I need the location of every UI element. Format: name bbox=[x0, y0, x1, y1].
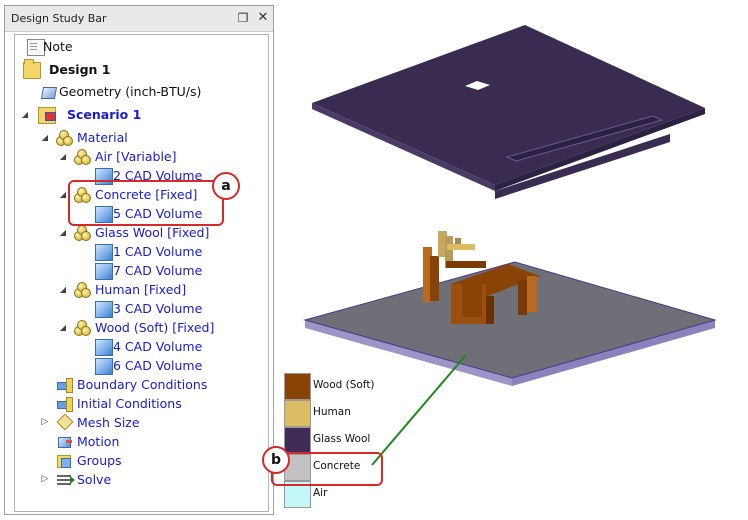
tree-item-note[interactable]: Note bbox=[15, 37, 265, 56]
legend-swatch bbox=[284, 400, 311, 427]
tree-item-wood[interactable]: ◢ Wood (Soft) [Fixed] bbox=[15, 318, 265, 337]
tree-item-label: Geometry (inch-BTU/s) bbox=[59, 84, 202, 99]
tree-item-label: 1 CAD Volume bbox=[113, 244, 203, 259]
design-study-bar: Design Study Bar ❐ ✕ Note Design 1 Geome… bbox=[4, 5, 274, 515]
tree-view[interactable]: Note Design 1 Geometry (inch-BTU/s) ◢ Sc… bbox=[14, 34, 269, 512]
expanded-arrow-icon[interactable]: ◢ bbox=[58, 280, 68, 299]
expanded-arrow-icon[interactable]: ◢ bbox=[58, 185, 68, 204]
tree-item-design[interactable]: Design 1 bbox=[15, 59, 265, 79]
legend-label: Human bbox=[313, 406, 351, 418]
pin-icon[interactable]: ❐ bbox=[235, 10, 251, 26]
tree-item-boundary-conditions[interactable]: Boundary Conditions bbox=[15, 375, 265, 394]
expanded-arrow-icon[interactable]: ◢ bbox=[40, 128, 50, 147]
tree-item-human-volume[interactable]: 3 CAD Volume bbox=[15, 299, 265, 318]
tree-item-air[interactable]: ◢ Air [Variable] bbox=[15, 147, 265, 166]
tree-item-label: Glass Wool [Fixed] bbox=[95, 225, 210, 240]
tree-item-label: Note bbox=[43, 39, 73, 54]
geometry-icon bbox=[41, 84, 57, 99]
panel-titlebar: Design Study Bar ❐ ✕ bbox=[5, 6, 273, 32]
tree-item-label: Motion bbox=[77, 434, 120, 449]
callout-a-box bbox=[68, 180, 224, 226]
tree-item-label: 7 CAD Volume bbox=[113, 263, 203, 278]
tree-item-initial-conditions[interactable]: Initial Conditions bbox=[15, 394, 265, 413]
tree-item-wood-volume-2[interactable]: 6 CAD Volume bbox=[15, 356, 265, 375]
material-icon bbox=[74, 320, 91, 336]
tree-item-label: Mesh Size bbox=[77, 415, 140, 430]
expanded-arrow-icon[interactable]: ◢ bbox=[58, 318, 68, 337]
expanded-arrow-icon[interactable]: ◢ bbox=[58, 147, 68, 166]
cad-volume-icon bbox=[95, 301, 113, 318]
legend-label: Glass Wool bbox=[313, 433, 371, 445]
tree-item-groups[interactable]: Groups bbox=[15, 451, 265, 470]
legend-label: Wood (Soft) bbox=[313, 379, 375, 391]
collapsed-arrow-icon[interactable]: ▷ bbox=[40, 413, 50, 432]
material-icon bbox=[74, 149, 91, 165]
tree-item-solve[interactable]: ▷ Solve bbox=[15, 470, 265, 489]
cad-volume-icon bbox=[95, 244, 113, 261]
tree-item-label: Scenario 1 bbox=[67, 107, 142, 122]
tree-item-label: 6 CAD Volume bbox=[113, 358, 203, 373]
tree-item-label: Initial Conditions bbox=[77, 396, 182, 411]
groups-icon bbox=[57, 453, 73, 468]
tree-item-mesh-size[interactable]: ▷ Mesh Size bbox=[15, 413, 265, 432]
tree-item-motion[interactable]: Motion bbox=[15, 432, 265, 451]
tree-item-label: 3 CAD Volume bbox=[113, 301, 203, 316]
tree-item-label: Solve bbox=[77, 472, 112, 487]
tree-item-label: Air [Variable] bbox=[95, 149, 177, 164]
tree-item-material[interactable]: ◢ Material bbox=[15, 128, 265, 147]
tree-item-scenario[interactable]: ◢ Scenario 1 bbox=[15, 105, 265, 124]
tree-item-label: Human [Fixed] bbox=[95, 282, 187, 297]
tree-item-label: Material bbox=[77, 130, 128, 145]
legend-label: Air bbox=[313, 487, 328, 499]
solve-icon bbox=[57, 472, 75, 487]
panel-title: Design Study Bar bbox=[11, 12, 107, 25]
tree-item-glass-wool-volume-1[interactable]: 1 CAD Volume bbox=[15, 242, 265, 261]
tree-item-label: 4 CAD Volume bbox=[113, 339, 203, 354]
material-icon bbox=[56, 130, 73, 146]
callout-b-label: b bbox=[262, 446, 290, 474]
tree-item-label: Design 1 bbox=[49, 62, 111, 77]
tree-item-wood-volume-1[interactable]: 4 CAD Volume bbox=[15, 337, 265, 356]
motion-icon bbox=[57, 434, 73, 449]
tree-item-label: Boundary Conditions bbox=[77, 377, 208, 392]
ceiling-slab bbox=[312, 25, 705, 199]
material-icon bbox=[74, 225, 91, 241]
material-icon bbox=[74, 282, 91, 298]
tree-item-glass-wool-volume-2[interactable]: 7 CAD Volume bbox=[15, 261, 265, 280]
initial-conditions-icon bbox=[57, 396, 73, 412]
scenario-icon bbox=[38, 107, 56, 124]
design-folder-icon bbox=[23, 59, 41, 79]
legend-swatch bbox=[284, 373, 311, 400]
cad-volume-icon bbox=[95, 263, 113, 280]
leader-line bbox=[371, 354, 467, 466]
tree-item-human[interactable]: ◢ Human [Fixed] bbox=[15, 280, 265, 299]
expanded-arrow-icon[interactable]: ◢ bbox=[58, 223, 68, 242]
tree-item-label: Groups bbox=[77, 453, 122, 468]
cad-volume-icon bbox=[95, 339, 113, 356]
tree-item-label: Wood (Soft) [Fixed] bbox=[95, 320, 215, 335]
expanded-arrow-icon[interactable]: ◢ bbox=[20, 105, 30, 124]
boundary-conditions-icon bbox=[57, 377, 73, 393]
cad-volume-icon bbox=[95, 358, 113, 375]
tree-item-geometry[interactable]: Geometry (inch-BTU/s) bbox=[15, 82, 265, 101]
callout-a-label: a bbox=[212, 172, 240, 200]
legend-swatch bbox=[284, 427, 311, 454]
mesh-size-icon bbox=[57, 415, 73, 430]
collapsed-arrow-icon[interactable]: ▷ bbox=[40, 470, 50, 489]
close-icon[interactable]: ✕ bbox=[255, 10, 271, 26]
